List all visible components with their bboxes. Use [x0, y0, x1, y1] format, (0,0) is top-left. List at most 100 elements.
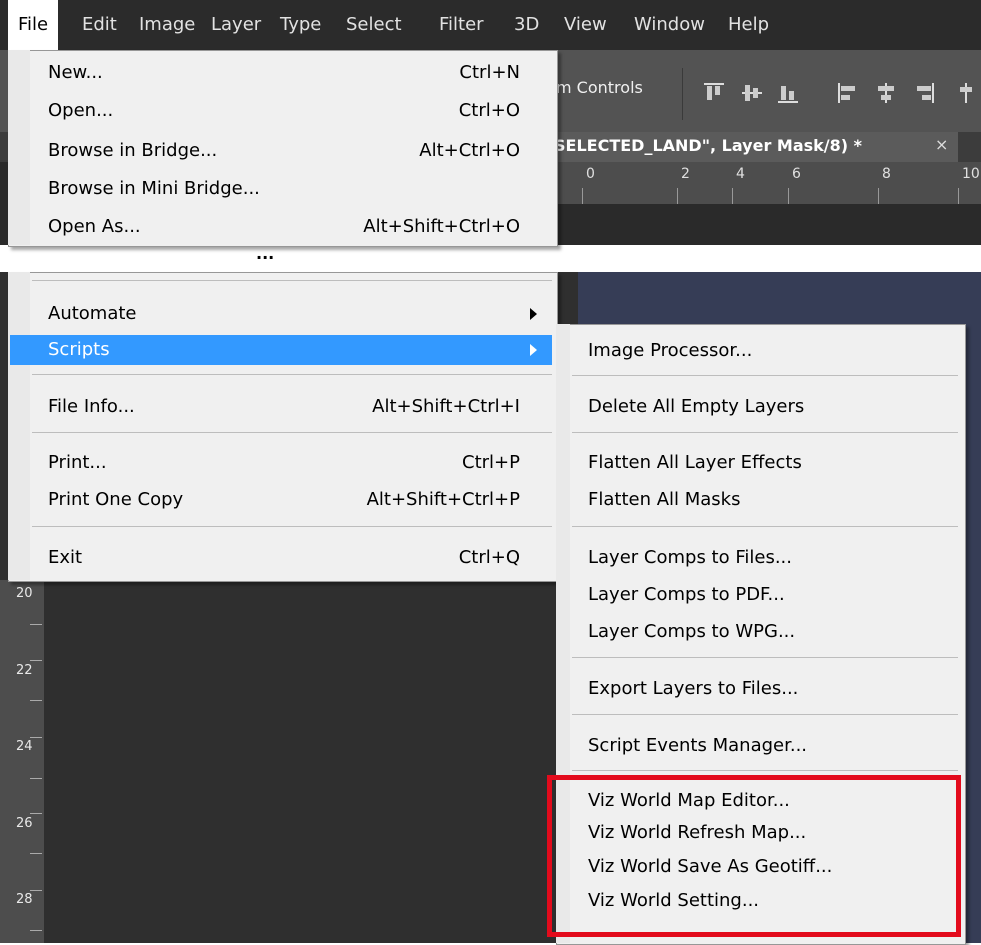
- menu-item-file-info[interactable]: File Info... Alt+Shift+Ctrl+I: [48, 392, 520, 422]
- ruler-tick: [788, 188, 789, 204]
- ruler-tick: [30, 737, 42, 738]
- align-horizontal-center-icon[interactable]: [874, 82, 898, 104]
- ruler-tick: [677, 188, 678, 204]
- scripts-item-flatten-all-masks[interactable]: Flatten All Masks: [588, 485, 948, 515]
- ruler-label: 6: [792, 166, 801, 182]
- ruler-label: 22: [16, 663, 33, 678]
- menu-item-label: Automate: [48, 303, 137, 324]
- menu-item-shortcut: Ctrl+P: [462, 452, 520, 473]
- ruler-tick: [958, 188, 959, 204]
- menu-item-automate[interactable]: Automate: [48, 299, 520, 329]
- menu-image[interactable]: Image: [139, 0, 195, 50]
- menu-separator: [32, 374, 552, 375]
- menu-item-open[interactable]: Open... Ctrl+O: [48, 96, 520, 126]
- vertical-ruler: [0, 580, 44, 943]
- canvas-area: [556, 204, 981, 245]
- ruler-label: 0: [586, 166, 595, 182]
- menu-item-print-one-copy[interactable]: Print One Copy Alt+Shift+Ctrl+P: [48, 485, 520, 515]
- align-bottom-icon[interactable]: [776, 82, 800, 104]
- menu-item-label: Browse in Mini Bridge...: [48, 178, 260, 199]
- menu-icon-gutter: [8, 50, 30, 245]
- ruler-tick: [30, 853, 42, 854]
- annotation-highlight-box: [547, 775, 961, 937]
- menu-item-shortcut: Alt+Ctrl+O: [419, 140, 520, 161]
- menu-help[interactable]: Help: [728, 0, 769, 50]
- ruler-tick: [30, 930, 42, 931]
- menu-item-label: New...: [48, 62, 103, 83]
- menu-item-browse-in-bridge[interactable]: Browse in Bridge... Alt+Ctrl+O: [48, 136, 520, 166]
- menu-item-label: Print...: [48, 452, 107, 473]
- ruler-tick: [582, 188, 583, 204]
- align-vertical-center-icon[interactable]: [740, 82, 764, 104]
- menu-3d[interactable]: 3D: [514, 0, 539, 50]
- scripts-item-script-events-manager[interactable]: Script Events Manager...: [588, 731, 948, 761]
- menu-item-print[interactable]: Print... Ctrl+P: [48, 448, 520, 478]
- scripts-item-layer-comps-to-files[interactable]: Layer Comps to Files...: [588, 543, 948, 573]
- submenu-arrow-icon: [530, 344, 537, 356]
- distribute-icon[interactable]: [954, 82, 978, 104]
- menu-item-label: Flatten All Masks: [588, 489, 741, 510]
- menu-item-label: Scripts: [48, 339, 110, 360]
- scripts-item-image-processor[interactable]: Image Processor...: [588, 336, 948, 366]
- menu-icon-gutter: [8, 272, 30, 580]
- menu-item-label: Flatten All Layer Effects: [588, 452, 802, 473]
- menu-item-shortcut: Alt+Shift+Ctrl+O: [363, 216, 520, 237]
- ruler-tick: [30, 778, 42, 779]
- submenu-arrow-icon: [530, 308, 537, 320]
- menu-window[interactable]: Window: [634, 0, 705, 50]
- menu-item-shortcut: Ctrl+O: [458, 100, 520, 121]
- menu-item-browse-in-mini-bridge[interactable]: Browse in Mini Bridge...: [48, 174, 520, 204]
- ruler-label: 10: [962, 166, 980, 182]
- menu-item-shortcut: Ctrl+Q: [458, 547, 520, 568]
- menu-separator: [572, 375, 958, 376]
- menu-separator: [32, 432, 552, 433]
- menu-item-label: Export Layers to Files...: [588, 678, 799, 699]
- menu-edit[interactable]: Edit: [82, 0, 117, 50]
- menu-separator: [572, 657, 958, 658]
- menu-item-shortcut: Alt+Shift+Ctrl+I: [372, 396, 520, 417]
- ruler-label: 8: [882, 166, 891, 182]
- menu-item-label: Layer Comps to Files...: [588, 547, 793, 568]
- ruler-label: 4: [736, 166, 745, 182]
- menu-layer[interactable]: Layer: [211, 0, 261, 50]
- menu-select[interactable]: Select: [346, 0, 402, 50]
- scripts-item-delete-all-empty-layers[interactable]: Delete All Empty Layers: [588, 392, 948, 422]
- scripts-item-layer-comps-to-pdf[interactable]: Layer Comps to PDF...: [588, 580, 948, 610]
- menu-item-label: Open As...: [48, 216, 141, 237]
- ruler-tick: [30, 890, 42, 891]
- menu-file[interactable]: File: [8, 0, 59, 50]
- ruler-label: 20: [16, 586, 33, 601]
- align-top-icon[interactable]: [702, 82, 726, 104]
- menu-item-label: Script Events Manager...: [588, 735, 808, 756]
- ruler-tick: [30, 660, 42, 661]
- menu-view[interactable]: View: [564, 0, 607, 50]
- menu-item-label: Delete All Empty Layers: [588, 396, 805, 417]
- align-right-icon[interactable]: [912, 82, 936, 104]
- menu-item-label: Print One Copy: [48, 489, 184, 510]
- ruler-label: 2: [681, 166, 690, 182]
- menu-separator: [572, 526, 958, 527]
- menu-separator: [572, 432, 958, 433]
- align-left-icon[interactable]: [836, 82, 860, 104]
- transform-controls-label[interactable]: m Controls: [556, 78, 643, 97]
- menu-separator: [32, 526, 552, 527]
- scripts-item-layer-comps-to-wpg[interactable]: Layer Comps to WPG...: [588, 617, 948, 647]
- menu-type[interactable]: Type: [280, 0, 321, 50]
- menu-filter[interactable]: Filter: [439, 0, 484, 50]
- horizontal-ruler: [548, 162, 981, 204]
- scripts-item-flatten-all-layer-effects[interactable]: Flatten All Layer Effects: [588, 448, 948, 478]
- scripts-item-export-layers-to-files[interactable]: Export Layers to Files...: [588, 674, 948, 704]
- menu-item-open-as[interactable]: Open As... Alt+Shift+Ctrl+O: [48, 212, 520, 242]
- close-icon[interactable]: ×: [935, 135, 948, 154]
- ruler-label: 28: [16, 892, 33, 907]
- menu-item-label: Image Processor...: [588, 340, 753, 361]
- ruler-label: 24: [16, 739, 33, 754]
- menu-item-scripts[interactable]: Scripts: [10, 335, 552, 365]
- menu-item-shortcut: Ctrl+N: [459, 62, 520, 83]
- ruler-tick: [30, 624, 42, 625]
- menu-item-label: Open...: [48, 100, 114, 121]
- menu-item-exit[interactable]: Exit Ctrl+Q: [48, 543, 520, 573]
- menu-item-new[interactable]: New... Ctrl+N: [48, 58, 520, 88]
- menu-item-shortcut: Alt+Shift+Ctrl+P: [366, 489, 520, 510]
- ruler-tick: [878, 188, 879, 204]
